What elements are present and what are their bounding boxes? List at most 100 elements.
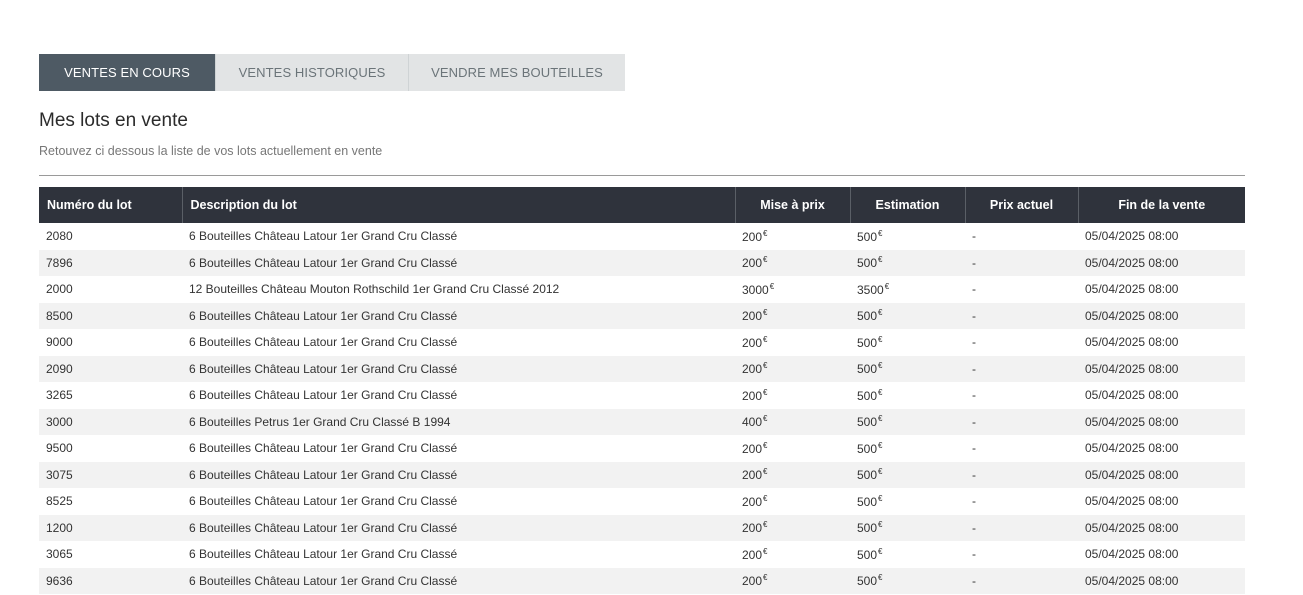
table-row[interactable]: 1200 6 Bouteilles Château Latour 1er Gran… (39, 514, 1245, 541)
cell-lot-number-value: 2090 (46, 361, 73, 376)
cell-description-value: 6 Bouteilles Château Latour 1er Grand Cr… (189, 441, 458, 456)
euro-symbol: € (878, 546, 883, 556)
euro-symbol: € (763, 361, 768, 371)
cell-estimate-value: 500 (857, 362, 878, 377)
cell-current-price: - (965, 223, 1078, 250)
cell-sale-end-value: 05/04/2025 08:00 (1085, 414, 1179, 429)
cell-estimate: 500€ (850, 355, 965, 382)
cell-lot-number-value: 9000 (46, 335, 73, 350)
cell-sale-end-value: 05/04/2025 08:00 (1085, 441, 1179, 456)
tab-ventes-en-cours[interactable]: VENTES EN COURS (39, 54, 215, 91)
page-title: Mes lots en vente (39, 110, 188, 131)
column-header-estimate[interactable]: Estimation (849, 187, 965, 223)
cell-starting-price-value: 200 (742, 494, 763, 509)
column-header-description[interactable]: Description du lot (181, 187, 735, 223)
cell-estimate-value: 500 (857, 256, 878, 271)
cell-lot-number-value: 1200 (46, 520, 73, 535)
tab-vendre-mes-bouteilles[interactable]: VENDRE MES BOUTEILLES (408, 54, 625, 91)
table-row[interactable]: 9636 6 Bouteilles Château Latour 1er Gran… (39, 567, 1245, 594)
cell-description: 6 Bouteilles Château Latour 1er Grand Cr… (182, 541, 735, 568)
cell-current-price-value: - (972, 547, 976, 562)
cell-estimate: 500€ (850, 382, 965, 409)
table-row[interactable]: 3065 6 Bouteilles Château Latour 1er Gran… (39, 541, 1245, 568)
cell-lot-number-value: 8500 (46, 308, 73, 323)
tab-bar: VENTES EN COURS VENTES HISTORIQUES VENDR… (39, 54, 625, 91)
cell-starting-price: 200€ (735, 514, 850, 541)
cell-starting-price: 200€ (735, 302, 850, 329)
table-body: 2080 6 Bouteilles Château Latour 1er Gran… (39, 223, 1245, 594)
cell-description-value: 12 Bouteilles Château Mouton Rothschild … (189, 282, 560, 297)
cell-sale-end: 05/04/2025 08:00 (1078, 541, 1245, 568)
cell-current-price-value: - (972, 255, 976, 270)
euro-symbol: € (763, 440, 768, 450)
cell-description: 12 Bouteilles Château Mouton Rothschild … (182, 276, 735, 303)
table-row[interactable]: 2080 6 Bouteilles Château Latour 1er Gran… (39, 223, 1245, 250)
cell-sale-end-value: 05/04/2025 08:00 (1085, 361, 1179, 376)
table-row[interactable]: 9500 6 Bouteilles Château Latour 1er Gran… (39, 435, 1245, 462)
euro-symbol: € (763, 334, 768, 344)
euro-symbol: € (878, 520, 883, 530)
cell-current-price: - (965, 514, 1078, 541)
lots-table: Numéro du lot Description du lot Mise à … (39, 187, 1245, 594)
table-row[interactable]: 2000 12 Bouteilles Château Mouton Rothsch… (39, 276, 1245, 303)
cell-lot-number: 8525 (39, 488, 182, 515)
table-row[interactable]: 3075 6 Bouteilles Château Latour 1er Gran… (39, 461, 1245, 488)
cell-lot-number-value: 9500 (46, 441, 73, 456)
cell-estimate-value: 500 (857, 335, 878, 350)
cell-sale-end-value: 05/04/2025 08:00 (1085, 229, 1179, 244)
cell-starting-price: 200€ (735, 461, 850, 488)
cell-lot-number-value: 3075 (46, 467, 73, 482)
cell-description: 6 Bouteilles Château Latour 1er Grand Cr… (182, 223, 735, 250)
cell-sale-end: 05/04/2025 08:00 (1078, 223, 1245, 250)
cell-lot-number-value: 3065 (46, 547, 73, 562)
cell-starting-price-value: 200 (742, 229, 763, 244)
euro-symbol: € (763, 228, 768, 238)
cell-starting-price-value: 200 (742, 574, 763, 589)
euro-symbol: € (878, 228, 883, 238)
cell-estimate-value: 500 (857, 309, 878, 324)
cell-lot-number: 7896 (39, 249, 182, 276)
table-row[interactable]: 9000 6 Bouteilles Château Latour 1er Gran… (39, 329, 1245, 356)
table-row[interactable]: 3000 6 Bouteilles Petrus 1er Grand Cru Cl… (39, 408, 1245, 435)
cell-lot-number: 8500 (39, 302, 182, 329)
cell-starting-price: 200€ (735, 541, 850, 568)
cell-starting-price: 200€ (735, 249, 850, 276)
tab-ventes-historiques[interactable]: VENTES HISTORIQUES (215, 54, 408, 91)
cell-description-value: 6 Bouteilles Château Latour 1er Grand Cr… (189, 229, 458, 244)
cell-lot-number-value: 8525 (46, 494, 73, 509)
cell-current-price-value: - (972, 361, 976, 376)
cell-sale-end-value: 05/04/2025 08:00 (1085, 282, 1179, 297)
table-row[interactable]: 7896 6 Bouteilles Château Latour 1er Gran… (39, 249, 1245, 276)
euro-symbol: € (878, 361, 883, 371)
cell-sale-end-value: 05/04/2025 08:00 (1085, 388, 1179, 403)
cell-sale-end: 05/04/2025 08:00 (1078, 461, 1245, 488)
cell-starting-price: 200€ (735, 435, 850, 462)
table-header-row: Numéro du lot Description du lot Mise à … (39, 187, 1245, 223)
column-header-sale-end[interactable]: Fin de la vente (1077, 187, 1245, 223)
cell-estimate: 500€ (850, 435, 965, 462)
cell-lot-number: 2080 (39, 223, 182, 250)
cell-sale-end: 05/04/2025 08:00 (1078, 567, 1245, 594)
table-row[interactable]: 8500 6 Bouteilles Château Latour 1er Gran… (39, 302, 1245, 329)
table-row[interactable]: 3265 6 Bouteilles Château Latour 1er Gran… (39, 382, 1245, 409)
euro-symbol: € (763, 493, 768, 503)
cell-description-value: 6 Bouteilles Petrus 1er Grand Cru Classé… (189, 414, 451, 429)
column-header-current-price[interactable]: Prix actuel (964, 187, 1078, 223)
column-header-starting-price[interactable]: Mise à prix (734, 187, 850, 223)
cell-lot-number: 9500 (39, 435, 182, 462)
table-row[interactable]: 8525 6 Bouteilles Château Latour 1er Gran… (39, 488, 1245, 515)
table-row[interactable]: 2090 6 Bouteilles Château Latour 1er Gran… (39, 355, 1245, 382)
cell-description-value: 6 Bouteilles Château Latour 1er Grand Cr… (189, 573, 458, 588)
cell-lot-number-value: 3000 (46, 414, 73, 429)
cell-estimate-value: 500 (857, 468, 878, 483)
cell-description: 6 Bouteilles Château Latour 1er Grand Cr… (182, 435, 735, 462)
cell-current-price-value: - (972, 520, 976, 535)
cell-current-price-value: - (972, 308, 976, 323)
cell-estimate-value: 500 (857, 574, 878, 589)
euro-symbol: € (878, 493, 883, 503)
cell-sale-end-value: 05/04/2025 08:00 (1085, 494, 1179, 509)
cell-description: 6 Bouteilles Château Latour 1er Grand Cr… (182, 488, 735, 515)
cell-sale-end-value: 05/04/2025 08:00 (1085, 520, 1179, 535)
cell-estimate: 500€ (850, 302, 965, 329)
column-header-lot-number[interactable]: Numéro du lot (39, 187, 182, 223)
